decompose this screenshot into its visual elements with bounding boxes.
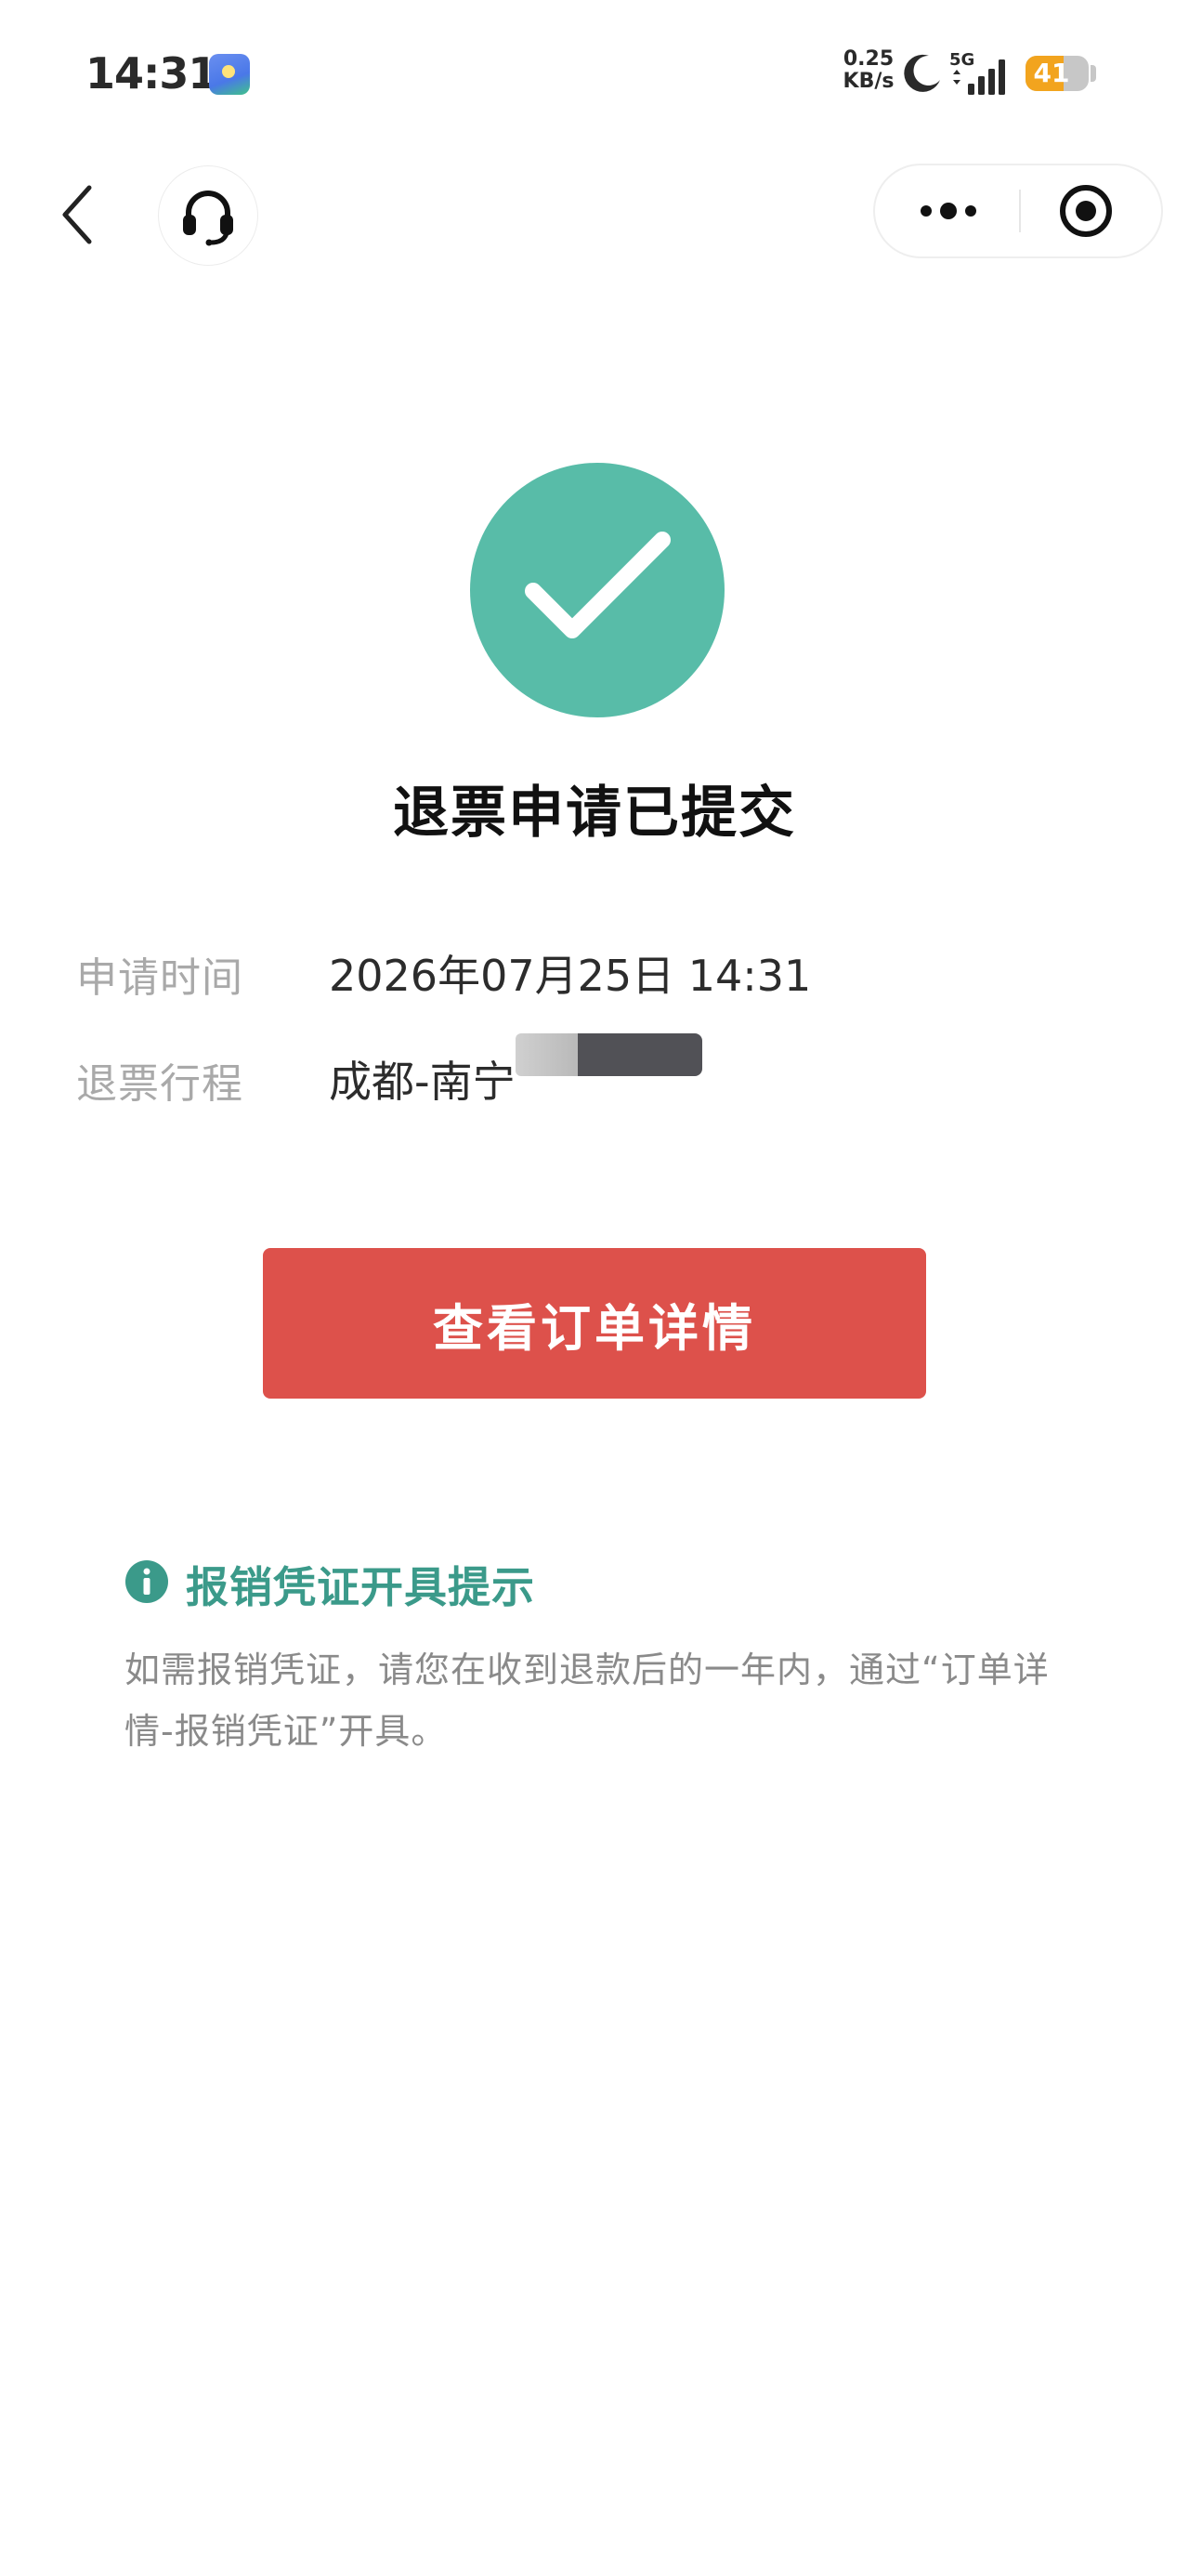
trip-label: 退票行程 xyxy=(76,1060,243,1108)
network-speed-value: 0.25 xyxy=(843,47,895,71)
notice-body: 如需报销凭证，请您在收到退款后的一年内，通过“订单详情-报销凭证”开具。 xyxy=(124,1649,1050,1752)
back-icon[interactable] xyxy=(52,182,104,247)
battery-cap xyxy=(1091,65,1096,82)
battery-icon: 41 xyxy=(1026,56,1089,91)
battery-level: 41 xyxy=(1033,58,1070,88)
success-check-badge xyxy=(470,463,725,717)
check-icon xyxy=(525,532,671,638)
close-target-icon xyxy=(1060,185,1112,237)
customer-service-button[interactable] xyxy=(158,165,258,266)
view-order-details-button[interactable]: 查看订单详情 xyxy=(263,1248,926,1399)
more-icon xyxy=(921,203,976,219)
close-mini-program-button[interactable] xyxy=(1021,165,1161,256)
mini-program-capsule xyxy=(873,164,1163,258)
network-speed-unit: KB/s xyxy=(843,70,895,93)
info-icon xyxy=(125,1560,168,1603)
apply-time-value: 2026年07月25日 14:31 xyxy=(329,951,812,1001)
redaction-mask xyxy=(578,1033,702,1076)
page-title: 退票申请已提交 xyxy=(393,781,796,846)
notice-title: 报销凭证开具提示 xyxy=(186,1562,535,1612)
moon-icon xyxy=(904,54,940,92)
apply-time-label: 申请时间 xyxy=(76,954,243,1002)
app-icon xyxy=(209,54,250,95)
redaction-mask xyxy=(516,1033,581,1076)
status-time: 14:31 xyxy=(85,48,217,99)
more-button[interactable] xyxy=(875,165,1019,256)
network-type: 5G xyxy=(949,50,974,70)
signal-icon: 5G xyxy=(949,50,1005,95)
network-speed: 0.25 KB/s xyxy=(841,48,896,93)
headset-icon xyxy=(183,191,233,246)
trip-value: 成都-南宁 xyxy=(329,1057,516,1107)
refund-submitted-page: 14:31 0.25 KB/s 5G 41 退票申请已提交 申请时间 2026年… xyxy=(0,0,1189,2576)
